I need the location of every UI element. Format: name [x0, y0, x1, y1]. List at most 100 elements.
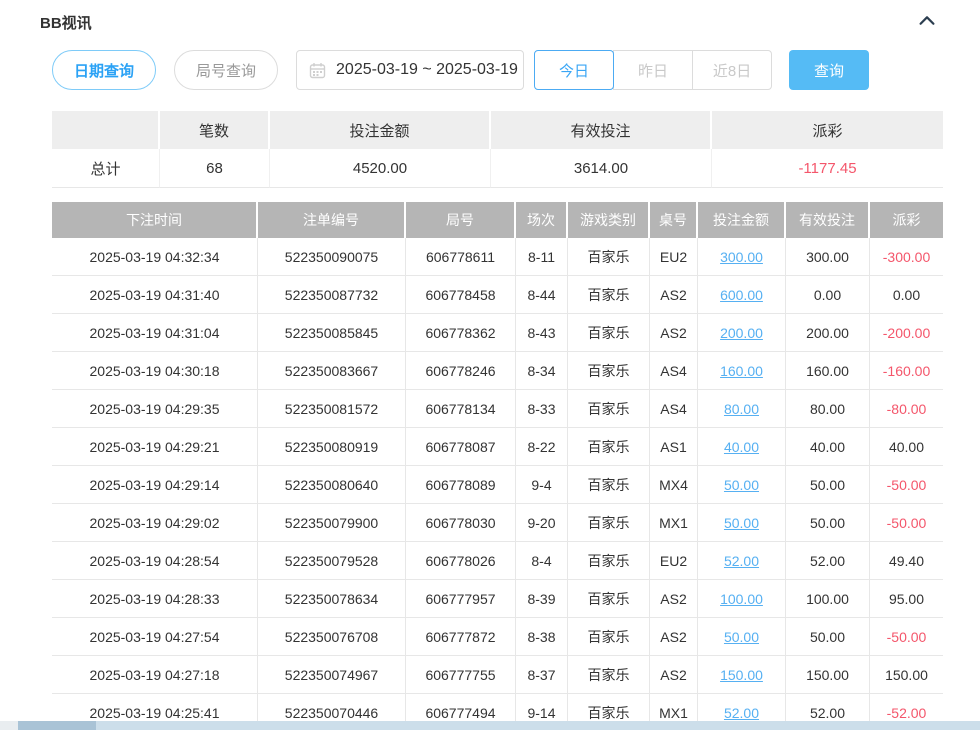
cell-payout: -50.00	[870, 618, 943, 656]
cell-bet-time: 2025-03-19 04:32:34	[52, 238, 258, 276]
cell-round-number: 606778026	[406, 542, 516, 580]
cell-bet-amount[interactable]: 50.00	[698, 466, 786, 504]
summary-table: 笔数 投注金额 有效投注 派彩 总计 68 4520.00 3614.00 -1…	[52, 111, 943, 188]
cell-session: 8-44	[516, 276, 568, 314]
cell-bet-amount[interactable]: 150.00	[698, 656, 786, 694]
table-row: 2025-03-19 04:27:54522350076708606777872…	[52, 618, 943, 656]
cell-order-number: 522350081572	[258, 390, 406, 428]
cell-payout: 49.40	[870, 542, 943, 580]
cell-valid-bet: 50.00	[786, 618, 870, 656]
cell-bet-amount[interactable]: 300.00	[698, 238, 786, 276]
cell-table-number: MX1	[650, 504, 698, 542]
cell-valid-bet: 100.00	[786, 580, 870, 618]
column-header-valid-bet: 有效投注	[786, 202, 870, 238]
cell-bet-amount[interactable]: 100.00	[698, 580, 786, 618]
cell-game-type: 百家乐	[568, 352, 650, 390]
column-header-payout: 派彩	[870, 202, 943, 238]
table-row: 2025-03-19 04:29:21522350080919606778087…	[52, 428, 943, 466]
scrollbar-corner	[0, 721, 18, 730]
cell-order-number: 522350079900	[258, 504, 406, 542]
cell-payout: -200.00	[870, 314, 943, 352]
cell-order-number: 522350078634	[258, 580, 406, 618]
table-row: 2025-03-19 04:29:02522350079900606778030…	[52, 504, 943, 542]
cell-bet-time: 2025-03-19 04:30:18	[52, 352, 258, 390]
cell-order-number: 522350080919	[258, 428, 406, 466]
summary-bet-amount: 4520.00	[270, 149, 491, 188]
cell-valid-bet: 80.00	[786, 390, 870, 428]
tab-today[interactable]: 今日	[534, 50, 614, 90]
cell-order-number: 522350076708	[258, 618, 406, 656]
tab-yesterday[interactable]: 昨日	[613, 50, 693, 90]
cell-bet-amount[interactable]: 600.00	[698, 276, 786, 314]
cell-bet-time: 2025-03-19 04:27:54	[52, 618, 258, 656]
cell-table-number: AS2	[650, 314, 698, 352]
cell-payout: -80.00	[870, 390, 943, 428]
summary-header-valid-bet: 有效投注	[491, 111, 712, 149]
cell-round-number: 606778030	[406, 504, 516, 542]
bet-table-body: 2025-03-19 04:32:34522350090075606778611…	[52, 238, 943, 730]
cell-bet-amount[interactable]: 200.00	[698, 314, 786, 352]
cell-bet-amount[interactable]: 40.00	[698, 428, 786, 466]
cell-game-type: 百家乐	[568, 466, 650, 504]
scrollbar-thumb[interactable]	[18, 721, 96, 730]
round-query-button[interactable]: 局号查询	[174, 50, 278, 90]
cell-bet-time: 2025-03-19 04:29:21	[52, 428, 258, 466]
cell-table-number: MX4	[650, 466, 698, 504]
table-row: 2025-03-19 04:31:04522350085845606778362…	[52, 314, 943, 352]
cell-round-number: 606778611	[406, 238, 516, 276]
cell-order-number: 522350085845	[258, 314, 406, 352]
date-query-button[interactable]: 日期查询	[52, 50, 156, 90]
cell-payout: -160.00	[870, 352, 943, 390]
cell-bet-amount[interactable]: 80.00	[698, 390, 786, 428]
cell-game-type: 百家乐	[568, 238, 650, 276]
search-button[interactable]: 查询	[789, 50, 869, 90]
cell-session: 8-11	[516, 238, 568, 276]
table-row: 2025-03-19 04:30:18522350083667606778246…	[52, 352, 943, 390]
table-row: 2025-03-19 04:29:35522350081572606778134…	[52, 390, 943, 428]
cell-bet-time: 2025-03-19 04:29:35	[52, 390, 258, 428]
cell-valid-bet: 150.00	[786, 656, 870, 694]
cell-order-number: 522350083667	[258, 352, 406, 390]
cell-game-type: 百家乐	[568, 618, 650, 656]
date-range-value: 2025-03-19 ~ 2025-03-19	[336, 61, 518, 79]
cell-valid-bet: 200.00	[786, 314, 870, 352]
table-row: 2025-03-19 04:28:54522350079528606778026…	[52, 542, 943, 580]
chevron-up-icon	[916, 10, 938, 32]
cell-order-number: 522350087732	[258, 276, 406, 314]
cell-session: 8-22	[516, 428, 568, 466]
filter-row: 日期查询 局号查询 2025-03-19 ~ 2025-03-19 今日 昨日 …	[52, 50, 980, 90]
cell-table-number: AS2	[650, 580, 698, 618]
cell-session: 8-34	[516, 352, 568, 390]
tab-last-8-days[interactable]: 近8日	[692, 50, 772, 90]
summary-header-empty	[52, 111, 160, 149]
bet-table-header-row: 下注时间注单编号局号场次游戏类别桌号投注金额有效投注派彩	[52, 202, 943, 238]
cell-valid-bet: 0.00	[786, 276, 870, 314]
date-range-input[interactable]: 2025-03-19 ~ 2025-03-19	[296, 50, 524, 90]
scrollbar-track[interactable]	[18, 721, 980, 730]
cell-payout: -300.00	[870, 238, 943, 276]
cell-round-number: 606778089	[406, 466, 516, 504]
cell-game-type: 百家乐	[568, 656, 650, 694]
cell-game-type: 百家乐	[568, 542, 650, 580]
summary-total-label: 总计	[52, 149, 160, 188]
cell-valid-bet: 50.00	[786, 504, 870, 542]
cell-bet-amount[interactable]: 160.00	[698, 352, 786, 390]
cell-round-number: 606778362	[406, 314, 516, 352]
cell-bet-amount[interactable]: 50.00	[698, 504, 786, 542]
cell-table-number: AS2	[650, 276, 698, 314]
cell-payout: 95.00	[870, 580, 943, 618]
horizontal-scrollbar[interactable]	[0, 721, 980, 730]
collapse-button[interactable]	[916, 10, 938, 32]
cell-order-number: 522350079528	[258, 542, 406, 580]
summary-header-payout: 派彩	[712, 111, 943, 149]
cell-bet-amount[interactable]: 50.00	[698, 618, 786, 656]
cell-bet-time: 2025-03-19 04:29:02	[52, 504, 258, 542]
cell-round-number: 606777957	[406, 580, 516, 618]
cell-table-number: EU2	[650, 542, 698, 580]
cell-round-number: 606777755	[406, 656, 516, 694]
cell-bet-amount[interactable]: 52.00	[698, 542, 786, 580]
cell-table-number: AS4	[650, 390, 698, 428]
cell-session: 8-43	[516, 314, 568, 352]
cell-round-number: 606778087	[406, 428, 516, 466]
cell-bet-time: 2025-03-19 04:27:18	[52, 656, 258, 694]
